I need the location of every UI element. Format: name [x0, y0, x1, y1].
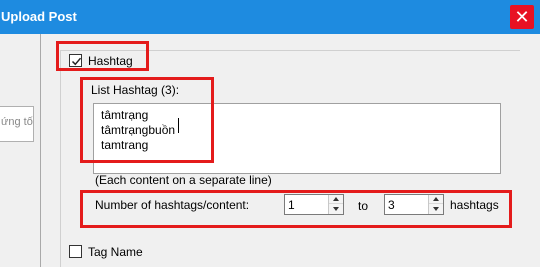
window-title: Upload Post: [1, 9, 77, 24]
close-icon: ✕: [514, 7, 530, 27]
close-button[interactable]: ✕: [510, 5, 534, 29]
title-bar[interactable]: Upload Post ✕: [0, 0, 540, 34]
tag-name-checkbox[interactable]: [69, 245, 82, 258]
highlight-hashtag-count: [80, 190, 512, 228]
tag-name-label: Tag Name: [88, 245, 143, 259]
highlight-hashtag-checkbox: [56, 41, 149, 71]
left-panel: [0, 34, 41, 267]
left-input-text: ứng tố: [1, 116, 33, 128]
separate-line-hint: (Each content on a separate line): [95, 173, 272, 187]
left-text-input[interactable]: ứng tố: [0, 106, 34, 142]
highlight-hashtag-list: [80, 77, 214, 163]
